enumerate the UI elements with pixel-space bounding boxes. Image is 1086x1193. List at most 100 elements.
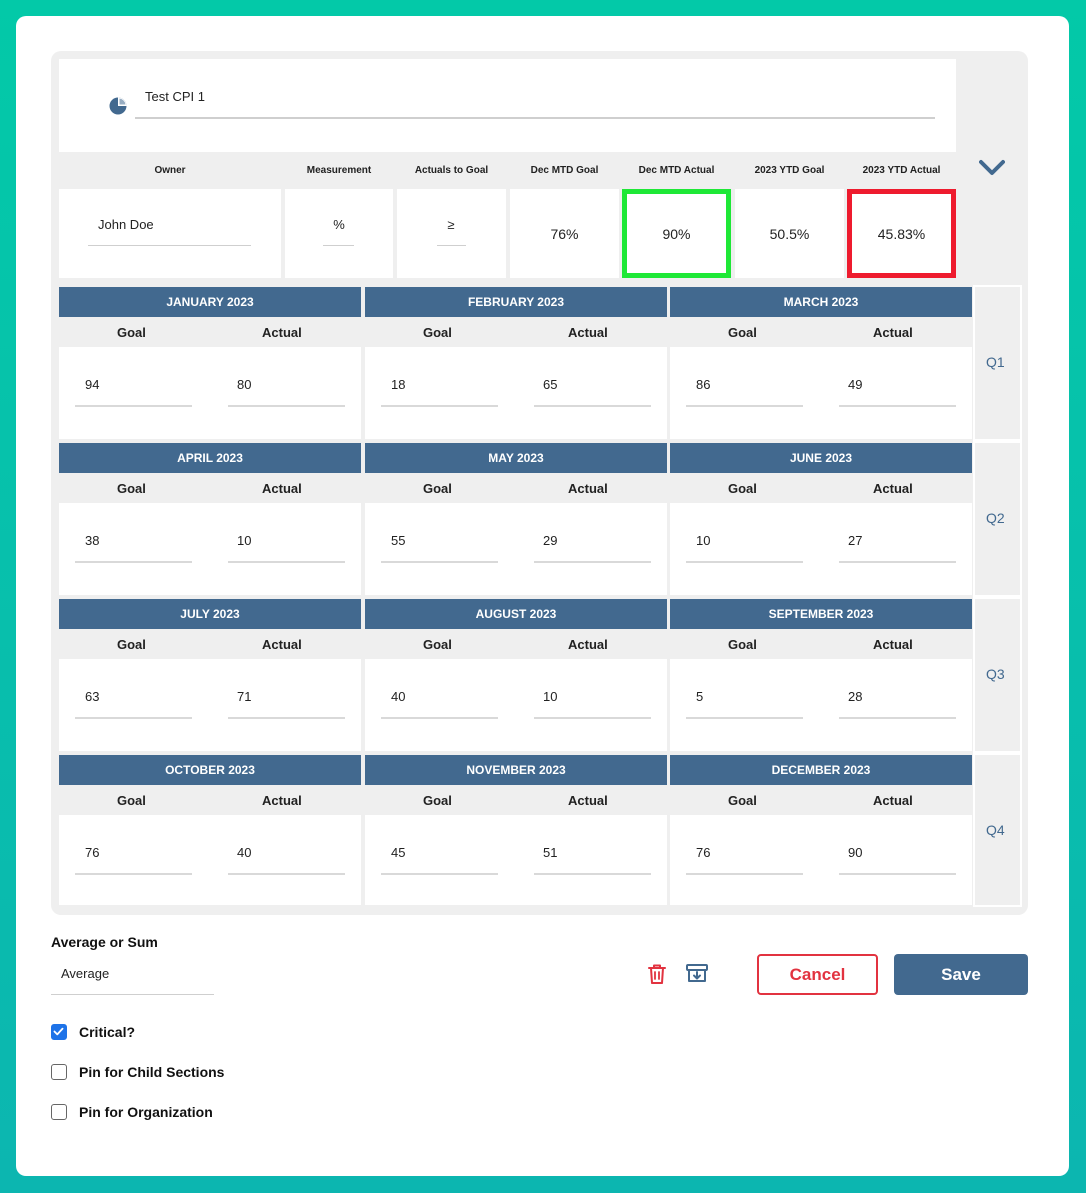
actual-input[interactable]: 27	[848, 533, 862, 548]
header-ytd-goal: 2023 YTD Goal	[754, 165, 825, 176]
archive-icon[interactable]	[685, 962, 709, 984]
kpi-title-input[interactable]: Test CPI 1	[145, 89, 205, 104]
actual-input[interactable]: 90	[848, 845, 862, 860]
actual-underline	[228, 405, 345, 407]
pie-chart-icon	[109, 97, 127, 115]
actual-underline	[534, 405, 651, 407]
actual-input[interactable]: 80	[237, 377, 251, 392]
goal-input[interactable]: 18	[391, 377, 405, 392]
actuals-to-goal-underline	[437, 245, 466, 246]
actual-column-label: Actual	[568, 325, 608, 340]
pin-organization-checkbox[interactable]	[51, 1104, 67, 1120]
goal-input[interactable]: 94	[85, 377, 99, 392]
goal-input[interactable]: 10	[696, 533, 710, 548]
goal-underline	[75, 561, 192, 563]
header-dec-mtd-goal: Dec MTD Goal	[530, 165, 599, 176]
actual-input[interactable]: 65	[543, 377, 557, 392]
goal-column-label: Goal	[728, 793, 757, 808]
save-button[interactable]: Save	[894, 954, 1028, 995]
pin-child-sections-checkbox[interactable]	[51, 1064, 67, 1080]
measurement-underline	[323, 245, 354, 246]
month-block: JANUARY 2023 Goal Actual 94 80	[59, 287, 361, 439]
owner-cell	[59, 189, 281, 278]
header-ytd-actual: 2023 YTD Actual	[862, 165, 941, 176]
goal-input[interactable]: 76	[696, 845, 710, 860]
trash-icon[interactable]	[646, 962, 668, 986]
header-measurement: Measurement	[306, 165, 372, 176]
month-block: APRIL 2023 Goal Actual 38 10	[59, 443, 361, 595]
goal-underline	[686, 405, 803, 407]
goal-underline	[686, 561, 803, 563]
aggregation-select[interactable]: Average	[61, 966, 109, 981]
goal-input[interactable]: 76	[85, 845, 99, 860]
goal-column-label: Goal	[728, 637, 757, 652]
month-block: FEBRUARY 2023 Goal Actual 18 65	[365, 287, 667, 439]
month-header: MAY 2023	[365, 443, 667, 473]
month-block: AUGUST 2023 Goal Actual 40 10	[365, 599, 667, 751]
month-header: NOVEMBER 2023	[365, 755, 667, 785]
goal-input[interactable]: 86	[696, 377, 710, 392]
header-actuals-to-goal: Actuals to Goal	[414, 165, 489, 176]
owner-underline	[88, 245, 251, 246]
goal-actual-header: Goal Actual	[365, 317, 667, 347]
goal-underline	[381, 561, 498, 563]
actual-input[interactable]: 10	[543, 689, 557, 704]
actual-column-label: Actual	[873, 481, 913, 496]
goal-input[interactable]: 63	[85, 689, 99, 704]
aggregation-label: Average or Sum	[51, 934, 158, 950]
actual-input[interactable]: 71	[237, 689, 251, 704]
critical-checkbox[interactable]	[51, 1024, 67, 1040]
actual-underline	[534, 873, 651, 875]
goal-column-label: Goal	[117, 793, 146, 808]
check-icon	[53, 1027, 64, 1036]
goal-input[interactable]: 38	[85, 533, 99, 548]
actual-column-label: Actual	[873, 325, 913, 340]
actual-input[interactable]: 29	[543, 533, 557, 548]
goal-actual-header: Goal Actual	[59, 629, 361, 659]
goal-actual-header: Goal Actual	[365, 785, 667, 815]
month-block: JUNE 2023 Goal Actual 10 27	[670, 443, 972, 595]
actual-underline	[534, 561, 651, 563]
actual-column-label: Actual	[262, 481, 302, 496]
month-header: DECEMBER 2023	[670, 755, 972, 785]
goal-actual-header: Goal Actual	[670, 317, 972, 347]
month-block: DECEMBER 2023 Goal Actual 76 90	[670, 755, 972, 905]
actual-input[interactable]: 51	[543, 845, 557, 860]
goal-underline	[381, 717, 498, 719]
actuals-to-goal-select[interactable]: ≥	[436, 217, 466, 232]
goal-actual-header: Goal Actual	[59, 473, 361, 503]
month-block: OCTOBER 2023 Goal Actual 76 40	[59, 755, 361, 905]
owner-input[interactable]: John Doe	[98, 217, 154, 232]
actual-column-label: Actual	[568, 637, 608, 652]
actual-column-label: Actual	[262, 325, 302, 340]
quarter-label: Q3	[986, 666, 1005, 682]
actual-input[interactable]: 49	[848, 377, 862, 392]
goal-actual-header: Goal Actual	[670, 785, 972, 815]
actuals-to-goal-cell	[397, 189, 506, 278]
month-block: JULY 2023 Goal Actual 63 71	[59, 599, 361, 751]
actual-input[interactable]: 10	[237, 533, 251, 548]
month-header: MARCH 2023	[670, 287, 972, 317]
goal-input[interactable]: 55	[391, 533, 405, 548]
measurement-select[interactable]: %	[323, 217, 355, 232]
ytd-goal-value: 50.5%	[769, 226, 810, 242]
goal-input[interactable]: 5	[696, 689, 703, 704]
cancel-button[interactable]: Cancel	[757, 954, 878, 995]
goal-column-label: Goal	[117, 637, 146, 652]
measurement-cell	[285, 189, 393, 278]
goal-input[interactable]: 40	[391, 689, 405, 704]
chevron-down-icon[interactable]	[979, 158, 1005, 178]
month-block: NOVEMBER 2023 Goal Actual 45 51	[365, 755, 667, 905]
quarter-label: Q4	[986, 822, 1005, 838]
goal-underline	[75, 405, 192, 407]
actual-input[interactable]: 28	[848, 689, 862, 704]
pin-organization-label: Pin for Organization	[79, 1104, 213, 1120]
month-header: SEPTEMBER 2023	[670, 599, 972, 629]
month-block: SEPTEMBER 2023 Goal Actual 5 28	[670, 599, 972, 751]
goal-actual-header: Goal Actual	[670, 473, 972, 503]
actual-input[interactable]: 40	[237, 845, 251, 860]
kpi-title-box	[59, 59, 956, 152]
actual-column-label: Actual	[262, 637, 302, 652]
goal-input[interactable]: 45	[391, 845, 405, 860]
actual-underline	[839, 873, 956, 875]
